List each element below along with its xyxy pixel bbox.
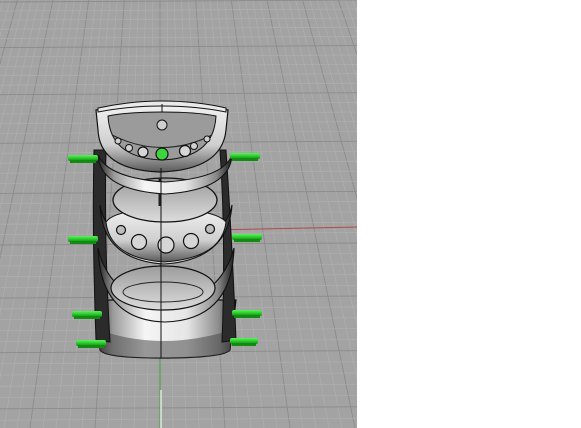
grid-line — [0, 8, 357, 12]
middle-hole-3 — [157, 236, 175, 254]
viewport-scene[interactable] — [0, 0, 357, 428]
grid-line — [0, 263, 357, 267]
top-hole-7 — [203, 135, 211, 143]
top-hole-5 — [178, 144, 192, 158]
middle-hole-5 — [204, 223, 216, 235]
grid-line — [0, 73, 357, 76]
grid-line — [0, 361, 357, 365]
grid-line — [0, 36, 357, 39]
grid-line — [0, 417, 357, 421]
left-pin-2 — [68, 236, 98, 244]
grid-line — [223, 0, 278, 428]
grid-line — [0, 45, 357, 49]
grid-line — [0, 383, 357, 387]
grid-line — [0, 26, 357, 30]
left-pin-4 — [76, 340, 106, 348]
top-hole-3 — [137, 146, 149, 158]
blank-area — [357, 0, 581, 428]
grid-line — [0, 54, 357, 58]
grid-line — [238, 0, 304, 428]
middle-hole-2 — [130, 233, 148, 251]
grid-line — [0, 82, 357, 86]
3d-viewport[interactable] — [0, 0, 357, 428]
middle-hole-4 — [182, 232, 200, 250]
right-pin-2 — [232, 234, 262, 242]
grid-line — [0, 372, 357, 376]
left-pin-1 — [68, 155, 98, 163]
top-hole-4 — [155, 147, 169, 161]
top-hole-6 — [190, 142, 198, 150]
grid-line — [0, 406, 357, 410]
grid-line — [230, 0, 291, 428]
top-hole-2 — [125, 144, 133, 152]
right-pin-1 — [230, 153, 260, 161]
right-pin-3 — [232, 310, 262, 318]
right-pin-4 — [230, 338, 258, 346]
left-pin-3 — [72, 311, 102, 319]
grid-line — [0, 395, 357, 398]
grid-line — [0, 17, 357, 21]
top-hole-small — [156, 119, 168, 131]
top-hole-1 — [114, 137, 122, 145]
grid-line — [252, 0, 330, 428]
grid-line — [0, 170, 357, 174]
middle-hole-1 — [115, 224, 127, 236]
grid-line — [0, 64, 357, 67]
